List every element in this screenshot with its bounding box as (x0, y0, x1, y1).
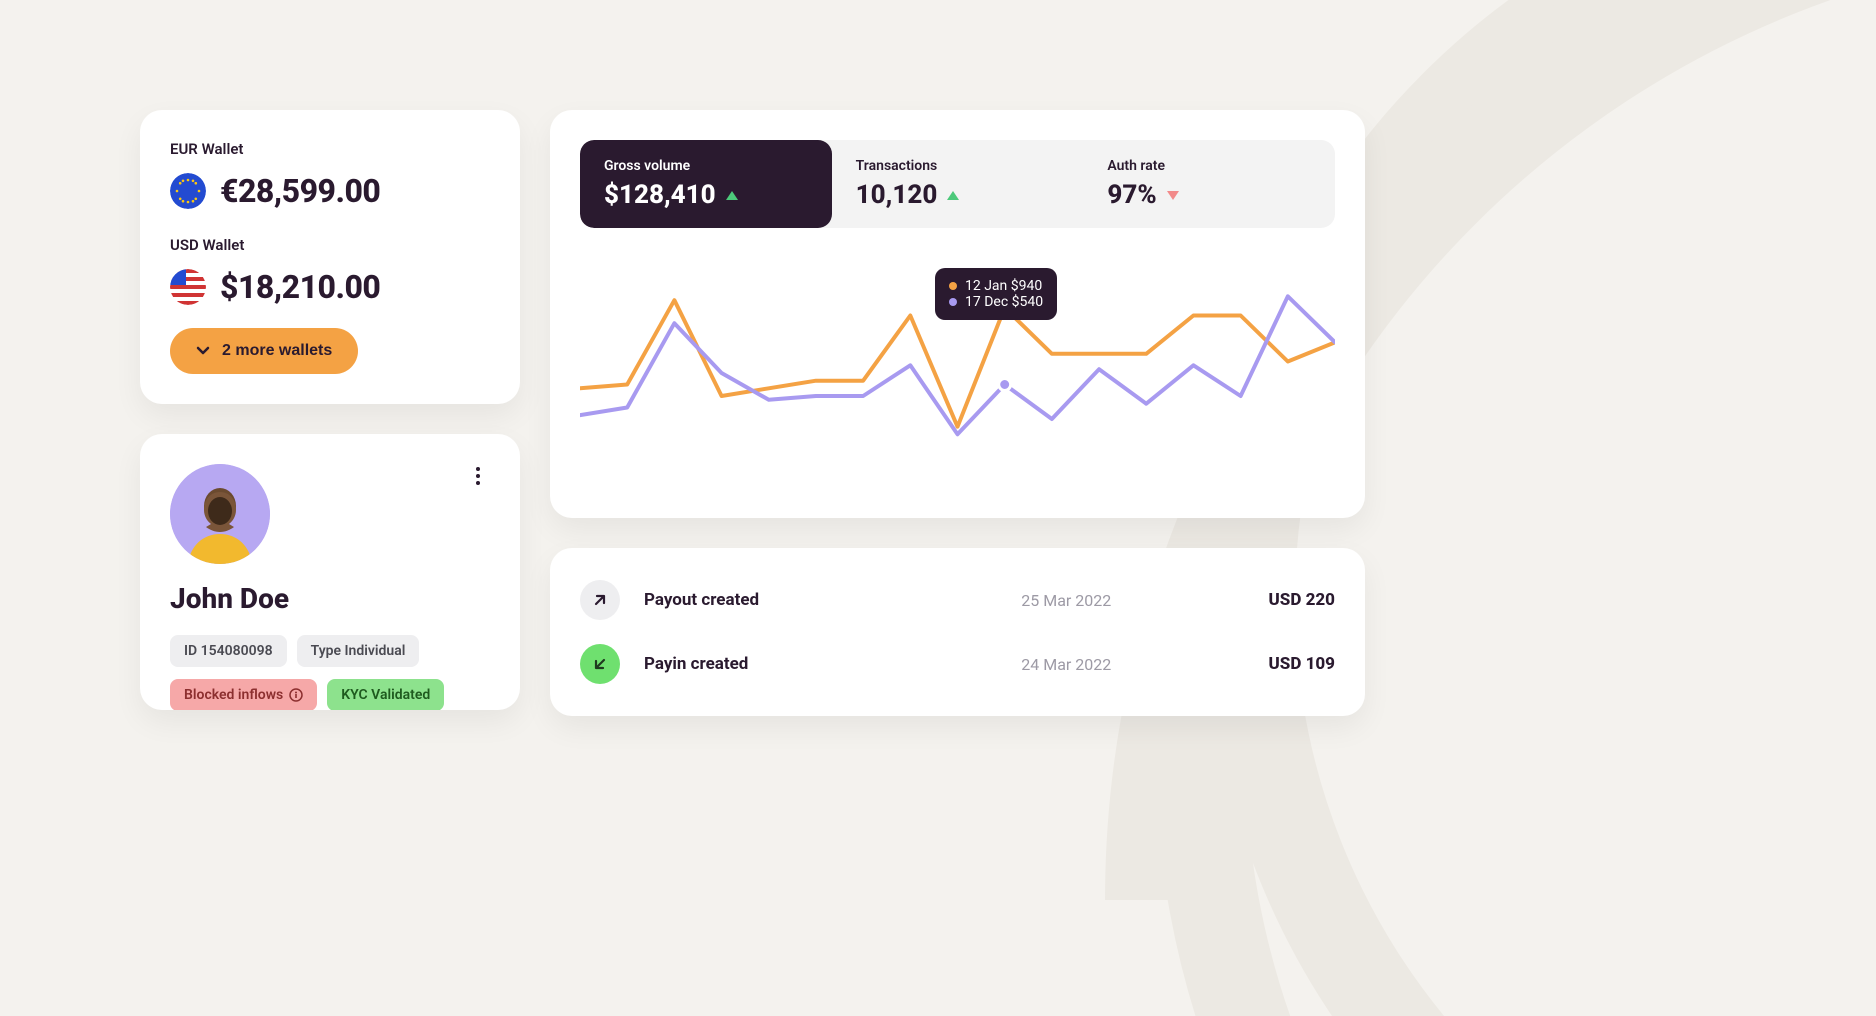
arrow-out-icon (580, 580, 620, 620)
volume-chart: 12 Jan $940 17 Dec $540 (580, 258, 1335, 488)
transaction-amount: USD 109 (1269, 654, 1335, 674)
usd-wallet-label: USD Wallet (170, 236, 490, 254)
kyc-validated-pill: KYC Validated (327, 679, 444, 710)
user-type-pill: Type Individual (297, 635, 420, 667)
transactions-card: Payout created 25 Mar 2022 USD 220 Payin cr… (550, 548, 1365, 716)
wallet-card: EUR Wallet €28,599.00 USD Wallet (140, 110, 520, 404)
transaction-row[interactable]: Payout created 25 Mar 2022 USD 220 (580, 568, 1335, 632)
chevron-down-icon (196, 344, 210, 358)
trend-up-icon (947, 191, 959, 200)
tab-transactions[interactable]: Transactions 10,120 (832, 140, 1084, 228)
info-icon (289, 688, 303, 702)
eu-flag-icon (170, 173, 206, 209)
user-card: John Doe ID 154080098 Type Individual Bl… (140, 434, 520, 710)
user-name: John Doe (170, 582, 490, 615)
eur-wallet-amount: €28,599.00 (220, 172, 380, 210)
trend-up-icon (726, 191, 738, 200)
chart-tooltip: 12 Jan $940 17 Dec $540 (935, 268, 1057, 320)
arrow-in-icon (580, 644, 620, 684)
stats-card: Gross volume $128,410 Transactions 10,12… (550, 110, 1365, 518)
user-id-pill: ID 154080098 (170, 635, 287, 667)
stat-tabs: Gross volume $128,410 Transactions 10,12… (580, 140, 1335, 228)
more-options-button[interactable] (466, 464, 490, 488)
avatar (170, 464, 270, 564)
transaction-title: Payin created (644, 654, 864, 674)
eur-wallet-label: EUR Wallet (170, 140, 490, 158)
transaction-title: Payout created (644, 590, 864, 610)
more-wallets-button[interactable]: 2 more wallets (170, 328, 358, 374)
tab-gross-volume[interactable]: Gross volume $128,410 (580, 140, 832, 228)
trend-down-icon (1167, 191, 1179, 200)
tab-auth-rate[interactable]: Auth rate 97% (1083, 140, 1335, 228)
legend-dot-icon (949, 298, 957, 306)
transaction-date: 25 Mar 2022 (888, 591, 1245, 610)
transaction-amount: USD 220 (1269, 590, 1335, 610)
legend-dot-icon (949, 282, 957, 290)
us-flag-icon (170, 269, 206, 305)
transaction-row[interactable]: Payin created 24 Mar 2022 USD 109 (580, 632, 1335, 696)
usd-wallet-amount: $18,210.00 (220, 268, 380, 306)
transaction-date: 24 Mar 2022 (888, 655, 1245, 674)
blocked-inflows-pill: Blocked inflows (170, 679, 317, 710)
